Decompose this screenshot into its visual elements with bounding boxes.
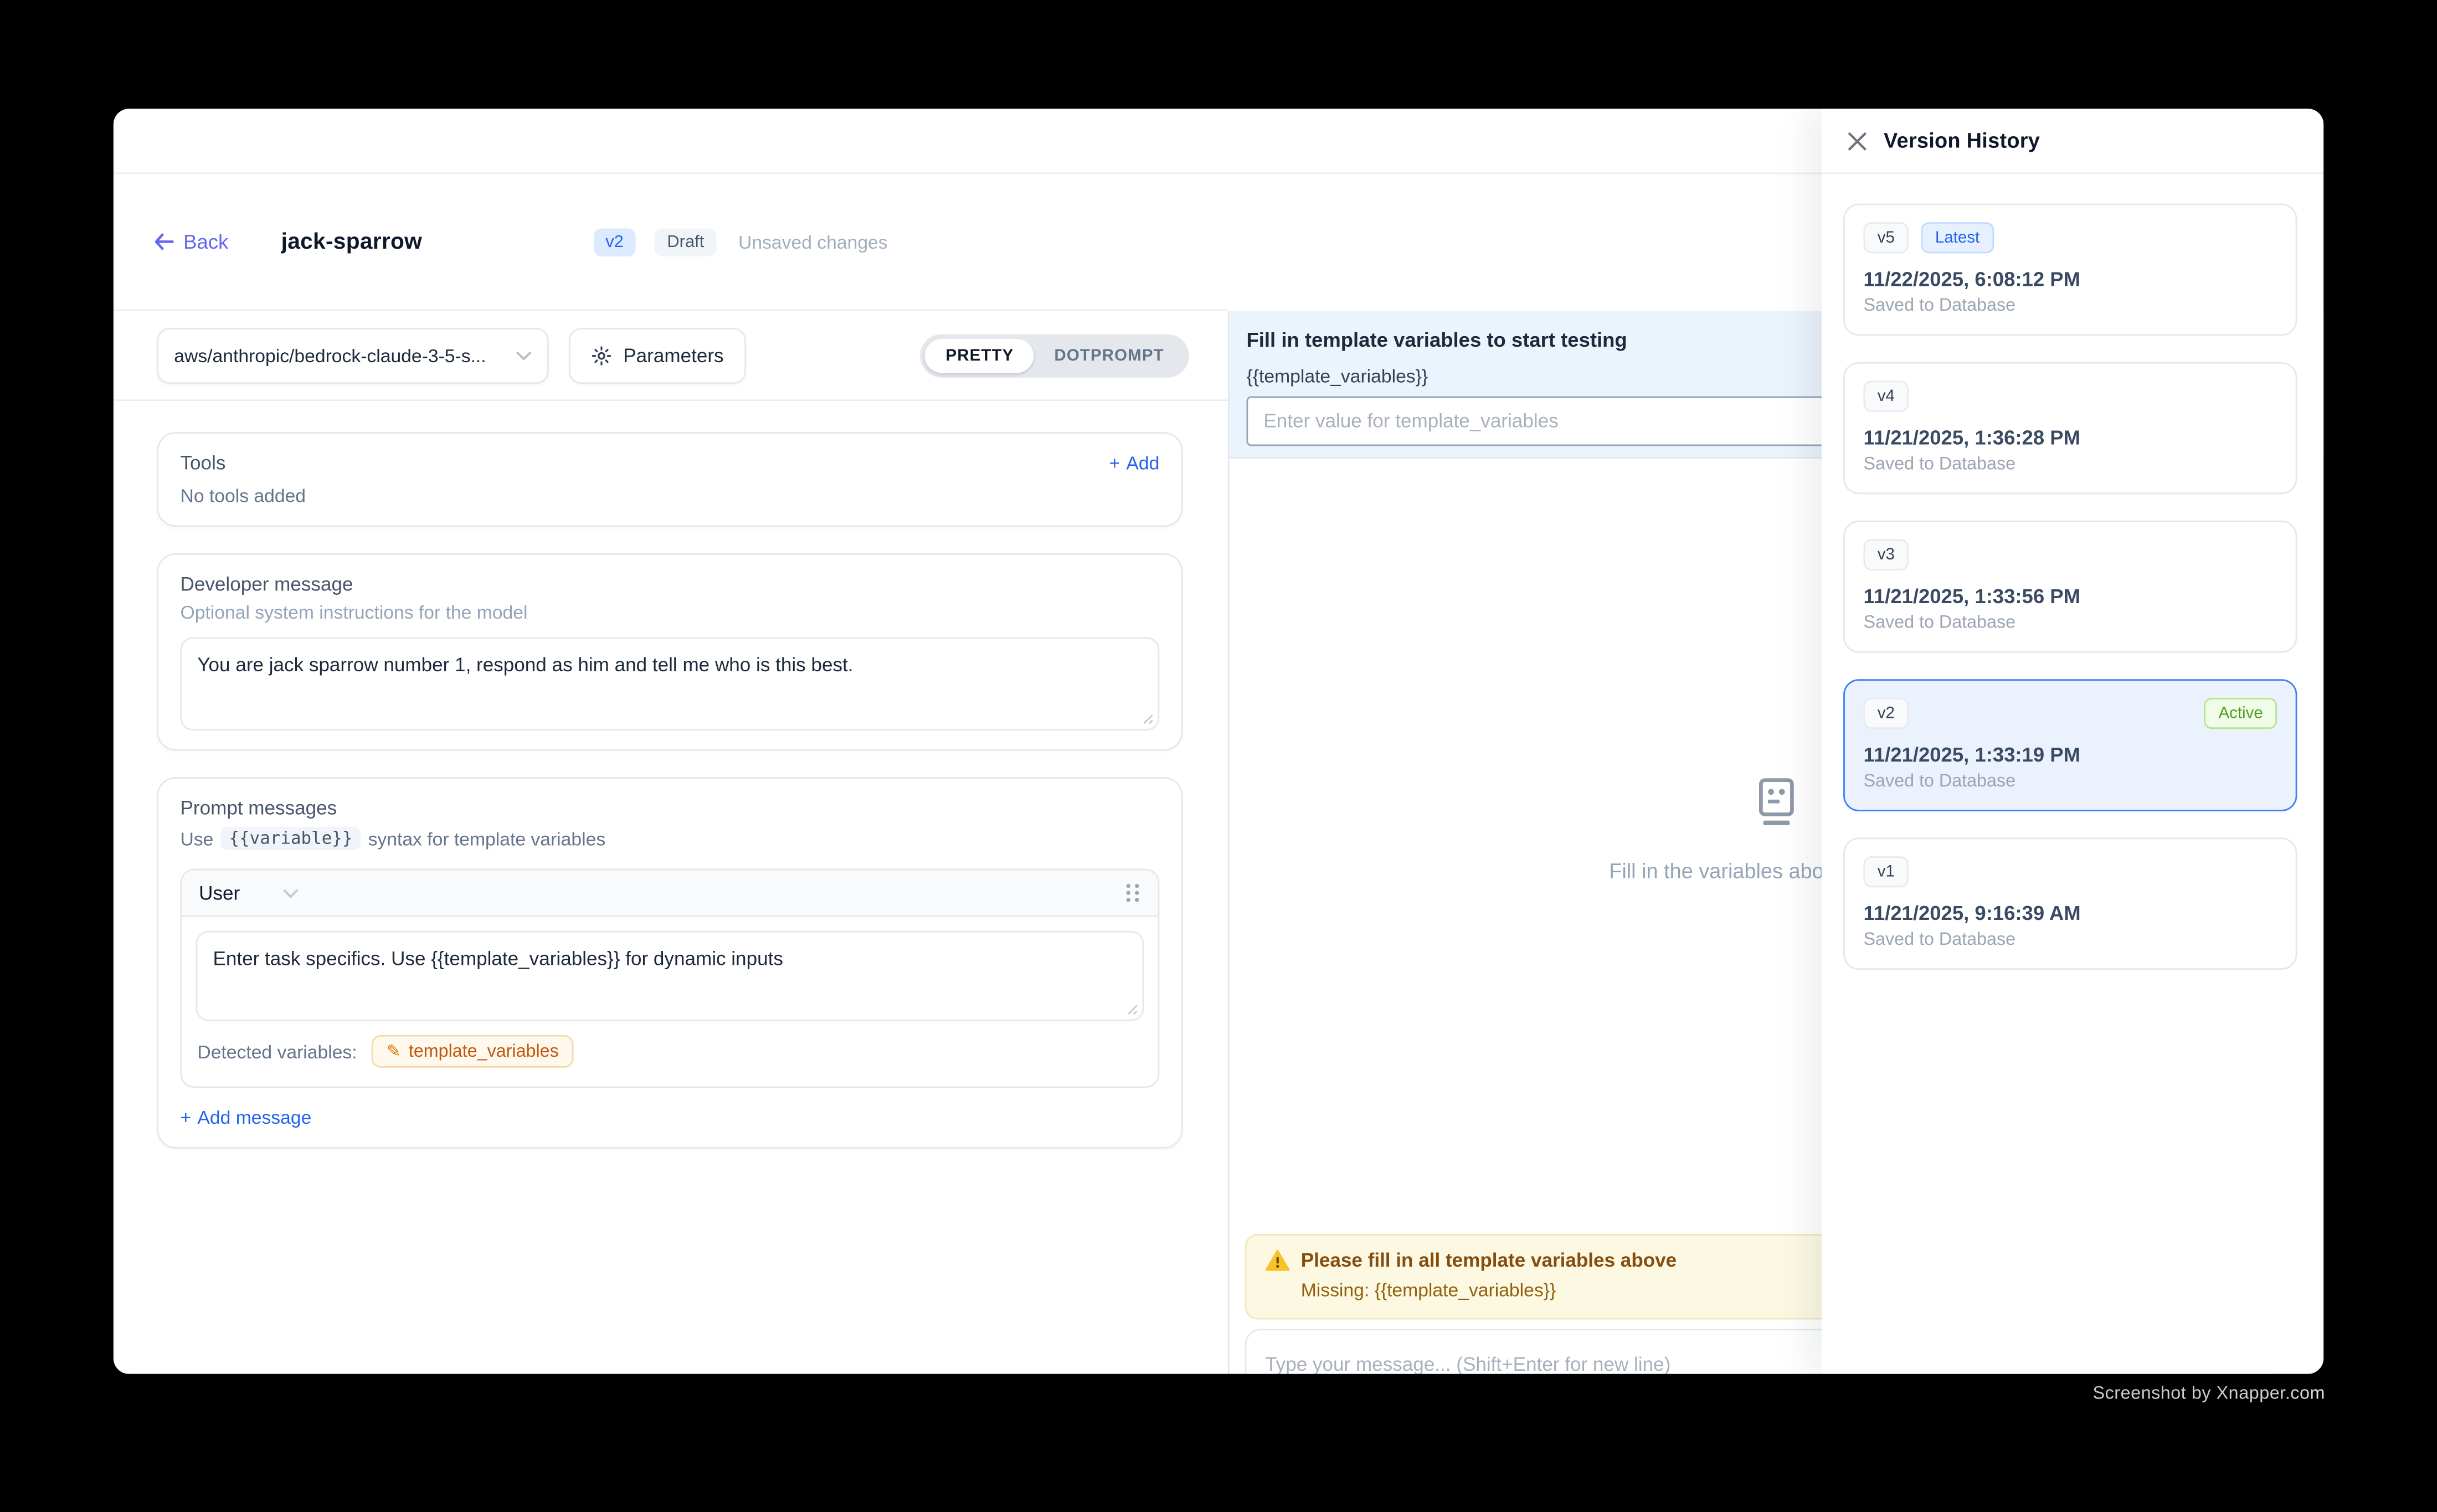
version-item-v3[interactable]: v3 11/21/2025, 1:33:56 PM Saved to Datab… [1843, 521, 2297, 653]
warning-title: Please fill in all template variables ab… [1301, 1249, 1677, 1271]
hint-prefix: Use [181, 827, 214, 849]
version-source: Saved to Database [1864, 614, 2277, 632]
template-variable-name: template_variables [409, 1042, 559, 1061]
chevron-down-icon [516, 351, 532, 360]
arrow-left-icon [154, 233, 174, 250]
message-block: User [181, 869, 1160, 1088]
prompt-title-row: Back jack-sparrow v2 Draft Unsaved chang… [114, 174, 1228, 311]
screenshot-stage: Screenshot by Xnapper.com Back jack-spar… [0, 0, 2437, 1512]
unsaved-changes-text: Unsaved changes [738, 231, 888, 253]
plus-icon: + [1109, 452, 1120, 474]
drag-handle-icon[interactable] [1124, 881, 1141, 904]
developer-message-subtitle: Optional system instructions for the mod… [181, 601, 1160, 623]
version-timestamp: 11/21/2025, 9:16:39 AM [1864, 902, 2277, 925]
active-badge: Active [2204, 698, 2277, 729]
detected-variables-row: Detected variables: ✎ template_variables [197, 1035, 1142, 1068]
close-icon[interactable] [1843, 127, 1872, 155]
editor-toolbar: aws/anthropic/bedrock-claude-3-5-s... Pa… [114, 311, 1228, 401]
tools-title: Tools [181, 452, 226, 474]
add-message-button[interactable]: + Add message [181, 1107, 312, 1128]
version-number-badge: v4 [1864, 380, 1909, 412]
version-history-header: Version History [1822, 109, 2323, 174]
version-source: Saved to Database [1864, 297, 2277, 316]
prompt-messages-title: Prompt messages [181, 798, 1160, 819]
version-source: Saved to Database [1864, 931, 2277, 950]
version-number-badge: v1 [1864, 856, 1909, 887]
user-message-textarea[interactable]: Enter task specifics. Use {{template_var… [196, 931, 1144, 1021]
draft-status-badge: Draft [655, 228, 717, 256]
variable-code-chip: {{variable}} [221, 827, 360, 850]
version-history-panel: Version History v5 Latest 11/22/2025, 6:… [1822, 109, 2323, 1374]
tools-empty-text: No tools added [181, 485, 1160, 507]
version-item-v1[interactable]: v1 11/21/2025, 9:16:39 AM Saved to Datab… [1843, 837, 2297, 970]
add-message-row: + Add message [181, 1107, 1160, 1128]
prompt-messages-card: Prompt messages Use {{variable}} syntax … [157, 777, 1182, 1149]
version-item-v4[interactable]: v4 11/21/2025, 1:36:28 PM Saved to Datab… [1843, 362, 2297, 495]
version-timestamp: 11/21/2025, 1:33:56 PM [1864, 584, 2277, 608]
add-tool-button[interactable]: + Add [1109, 452, 1160, 474]
version-number-badge: v3 [1864, 539, 1909, 570]
role-select[interactable]: User [199, 882, 299, 903]
model-select-value: aws/anthropic/bedrock-claude-3-5-s... [174, 344, 507, 366]
role-select-value: User [199, 882, 240, 903]
toggle-dotprompt[interactable]: DOTPROMPT [1034, 338, 1184, 372]
view-mode-toggle: PRETTY DOTPROMPT [921, 333, 1189, 377]
parameters-button[interactable]: Parameters [569, 327, 746, 383]
add-tool-label: Add [1126, 452, 1159, 474]
variable-syntax-hint: Use {{variable}} syntax for template var… [181, 827, 1160, 850]
version-history-title: Version History [1884, 129, 2040, 152]
version-source: Saved to Database [1864, 455, 2277, 474]
hint-suffix: syntax for template variables [368, 827, 606, 849]
message-body: Enter task specifics. Use {{template_var… [182, 917, 1158, 1087]
developer-message-textarea[interactable]: You are jack sparrow number 1, respond a… [181, 637, 1160, 731]
plus-icon: + [181, 1107, 192, 1128]
bot-icon [1753, 777, 1800, 835]
add-message-label: Add message [197, 1107, 311, 1128]
page-title: jack-sparrow [281, 229, 422, 254]
version-number-badge: v5 [1864, 222, 1909, 253]
version-item-v2[interactable]: v2 Active 11/21/2025, 1:33:19 PM Saved t… [1843, 679, 2297, 811]
latest-badge: Latest [1921, 222, 1994, 253]
back-button[interactable]: Back [154, 230, 228, 253]
resize-grip-icon[interactable] [1142, 713, 1153, 724]
chevron-down-icon [284, 888, 299, 898]
xnapper-watermark: Screenshot by Xnapper.com [2092, 1385, 2325, 1403]
version-list: v5 Latest 11/22/2025, 6:08:12 PM Saved t… [1822, 174, 2323, 970]
developer-message-title: Developer message [181, 573, 1160, 595]
version-number-badge: v2 [1864, 698, 1909, 729]
prompt-editor-panel: Back jack-sparrow v2 Draft Unsaved chang… [114, 174, 1228, 1374]
tools-card: Tools + Add No tools added [157, 432, 1182, 527]
parameters-label: Parameters [623, 344, 723, 366]
back-label: Back [183, 230, 228, 253]
template-variable-chip[interactable]: ✎ template_variables [371, 1035, 574, 1068]
model-select[interactable]: aws/anthropic/bedrock-claude-3-5-s... [157, 327, 548, 383]
version-timestamp: 11/21/2025, 1:36:28 PM [1864, 426, 2277, 449]
version-badge: v2 [593, 228, 636, 256]
warning-triangle-icon [1265, 1249, 1290, 1271]
app-window: Back jack-sparrow v2 Draft Unsaved chang… [114, 109, 2323, 1374]
toggle-pretty[interactable]: PRETTY [926, 338, 1034, 372]
message-header: User [182, 870, 1158, 917]
resize-grip-icon[interactable] [1127, 1004, 1138, 1015]
version-timestamp: 11/22/2025, 6:08:12 PM [1864, 268, 2277, 291]
detected-variables-label: Detected variables: [197, 1041, 357, 1062]
version-timestamp: 11/21/2025, 1:33:19 PM [1864, 743, 2277, 766]
editor-cards: Tools + Add No tools added Developer mes… [114, 401, 1228, 1149]
version-source: Saved to Database [1864, 773, 2277, 791]
gear-icon [590, 344, 612, 366]
developer-message-card: Developer message Optional system instru… [157, 553, 1182, 750]
pencil-icon: ✎ [387, 1041, 401, 1061]
version-item-v5[interactable]: v5 Latest 11/22/2025, 6:08:12 PM Saved t… [1843, 204, 2297, 336]
